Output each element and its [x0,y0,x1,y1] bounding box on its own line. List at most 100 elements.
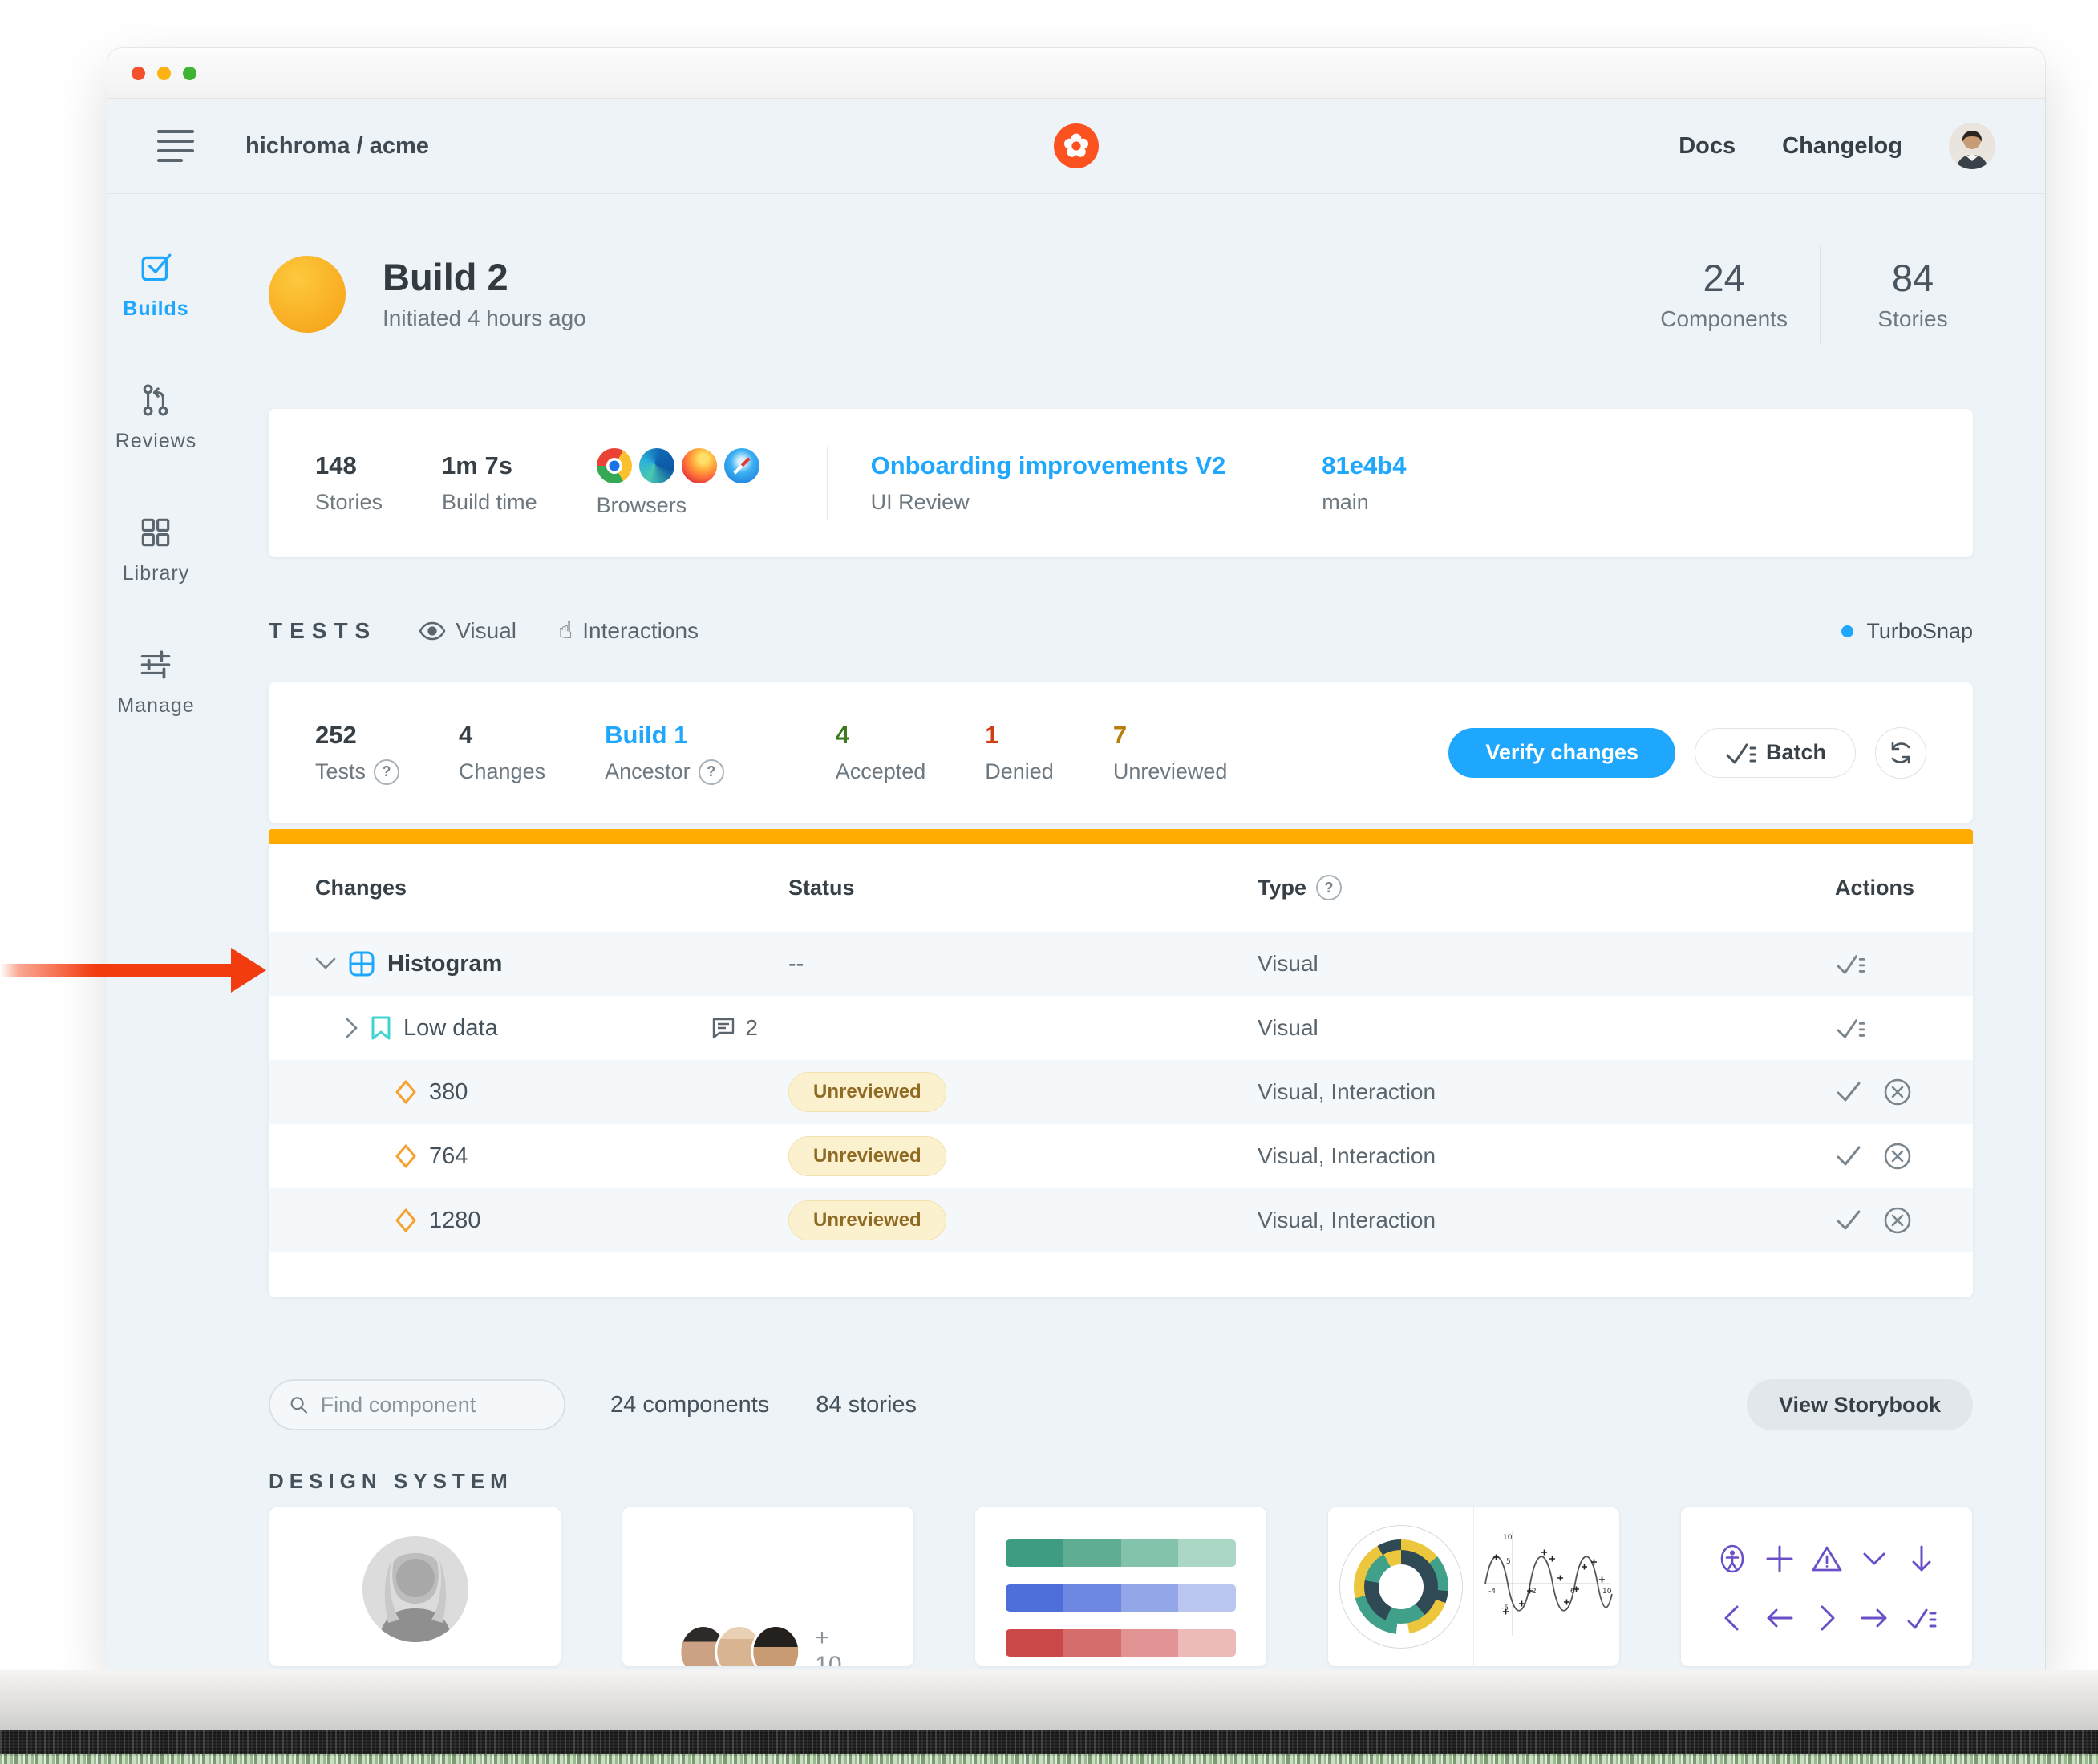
tests-count-stat: 252 Tests ? [315,721,399,785]
safari-browser-icon [724,448,759,483]
accept-icon[interactable] [1835,1208,1862,1232]
table-row-1280[interactable]: 1280 Unreviewed Visual, Interaction [269,1188,1973,1252]
component-search-row: 24 components 84 stories View Storybook [269,1379,1973,1430]
ancestor-stat: Build 1 Ancestor ? [605,721,724,785]
unreviewed-badge: Unreviewed [788,1072,946,1112]
sine-plot-thumbnail: 105-5 -42610 [1473,1507,1619,1666]
table-row-low-data[interactable]: Low data 2 Visual [269,996,1973,1060]
changelog-link[interactable]: Changelog [1782,133,1902,160]
red-swatch-row [1006,1629,1236,1657]
component-card-icon-set[interactable] [1680,1507,1973,1667]
story-bookmark-icon [371,1016,391,1040]
portrait-photo [362,1536,468,1642]
verify-changes-button[interactable]: Verify changes [1448,728,1675,778]
component-card-charts[interactable]: 105-5 -42610 [1327,1507,1620,1667]
build-status-icon [269,256,346,333]
rerun-build-button[interactable] [1875,727,1926,779]
tests-heading: TESTS [269,618,377,644]
batch-accept-icon[interactable] [1835,951,1865,977]
close-window-button[interactable] [132,67,145,80]
page-title: Build 2 [383,257,586,298]
component-grid-icon [349,951,375,977]
commit-link[interactable]: 81e4b4 [1322,451,1406,480]
build-info-card: 148 Stories 1m 7s Build time [269,409,1973,557]
table-row-histogram[interactable]: Histogram -- Visual [269,932,1973,996]
sidebar-menu-icon[interactable] [157,130,194,162]
stories-stat: 84 Stories [1853,256,1973,332]
ancestor-help-icon[interactable]: ? [699,759,724,785]
batch-accept-icon[interactable] [1835,1015,1865,1041]
chevron-right-icon [1811,1602,1843,1634]
table-row-764[interactable]: 764 Unreviewed Visual, Interaction [269,1124,1973,1188]
component-card-avatar[interactable] [269,1507,561,1667]
commit-stat: 81e4b4 main [1322,451,1406,515]
column-status: Status [788,876,1258,900]
window-body: Builds Reviews Library [107,193,2045,1673]
chevron-left-icon [1716,1602,1748,1634]
table-row-380[interactable]: 380 Unreviewed Visual, Interaction [269,1060,1973,1124]
component-card-color-swatches[interactable] [974,1507,1267,1667]
comment-count[interactable]: 2 [711,1015,758,1041]
stories-count-text: 84 stories [816,1392,917,1418]
component-card-avatar-group[interactable]: + 10 [622,1507,914,1667]
sidebar-item-reviews[interactable]: Reviews [115,382,196,453]
deny-icon[interactable] [1883,1142,1912,1171]
refresh-icon [1888,740,1914,766]
arrow-down-icon [1906,1543,1938,1575]
search-input[interactable] [319,1392,545,1418]
maximize-window-button[interactable] [183,67,196,80]
warning-icon [1811,1543,1843,1575]
view-storybook-button[interactable]: View Storybook [1747,1379,1973,1430]
window-titlebar [107,48,2045,99]
svg-text:-4: -4 [1488,1588,1496,1596]
interactions-toggle[interactable]: ☝ Interactions [558,618,699,644]
visual-toggle[interactable]: Visual [419,618,516,644]
deny-icon[interactable] [1883,1078,1912,1107]
sidebar-item-manage[interactable]: Manage [117,646,194,718]
manage-sliders-icon [137,646,174,683]
column-actions: Actions [1835,876,1926,900]
deny-icon[interactable] [1883,1206,1912,1235]
unreviewed-badge: Unreviewed [788,1200,946,1240]
arrow-left-icon [1764,1602,1796,1634]
chevron-down-icon [315,957,336,970]
batch-check-list-icon [1724,739,1756,767]
accept-icon[interactable] [1835,1144,1862,1168]
unreviewed-stat: 7 Unreviewed [1113,721,1228,784]
avatar-icon [751,1624,800,1667]
eye-icon [419,621,446,641]
chevron-right-icon [346,1018,358,1038]
build-subtitle: Initiated 4 hours ago [383,305,586,331]
avatar-more-count: + 10 [815,1624,857,1667]
changes-table: Changes Status Type ? Actions H [269,844,1973,1297]
torn-edge-texture [0,1730,2098,1756]
app-nav: Docs Changelog [1679,123,1995,169]
components-count-text: 24 components [610,1392,769,1418]
component-thumbnails: + 10 [269,1507,1973,1667]
sidebar-item-library[interactable]: Library [123,514,189,585]
unreviewed-badge: Unreviewed [788,1136,946,1176]
type-help-icon[interactable]: ? [1316,875,1342,900]
workspace-breadcrumb[interactable]: hichroma / acme [245,133,429,160]
user-avatar[interactable] [1949,123,1995,169]
ui-review-link[interactable]: Onboarding improvements V2 [871,451,1226,480]
sidebar-item-builds[interactable]: Builds [123,249,188,321]
firefox-browser-icon [682,448,717,483]
docs-link[interactable]: Docs [1679,133,1736,160]
turbosnap-indicator: TurboSnap [1841,619,1973,644]
reviews-pr-icon [137,382,174,419]
minimize-window-button[interactable] [157,67,171,80]
chromatic-logo-icon[interactable] [1054,123,1099,168]
batch-button[interactable]: Batch [1695,728,1856,778]
tests-help-icon[interactable]: ? [374,759,399,785]
tests-summary-card: 252 Tests ? 4 Changes Build 1 Ancestor [269,682,1973,823]
plus-icon [1764,1543,1796,1575]
column-changes: Changes [315,876,788,900]
accepted-stat: 4 Accepted [836,721,926,784]
ui-review-stat: Onboarding improvements V2 UI Review [871,451,1226,515]
accept-icon[interactable] [1835,1080,1862,1104]
column-type: Type ? [1258,875,1835,900]
components-stat: 24 Components [1660,256,1788,332]
ancestor-build-link[interactable]: Build 1 [605,721,724,750]
stories-count-stat: 148 Stories [315,451,383,515]
